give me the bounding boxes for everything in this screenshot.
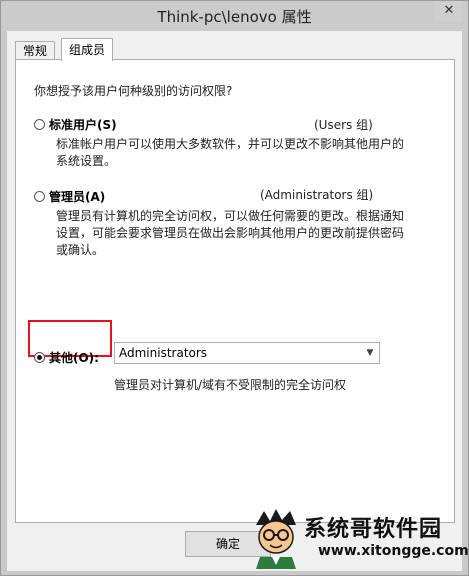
group-select-value: Administrators	[119, 346, 208, 360]
close-icon: ✕	[443, 3, 455, 18]
other-option[interactable]: 其他(O):	[34, 349, 99, 366]
properties-window: Think-pc\lenovo 属性 ✕ 常规 组成员 你想授予该用户何种级别的…	[0, 0, 469, 576]
chevron-down-icon[interactable]: ▼	[361, 348, 379, 358]
group-select[interactable]: Administrators ▼	[114, 342, 380, 364]
tab-general[interactable]: 常规	[15, 41, 56, 60]
standard-user-option[interactable]: 标准用户(S)	[34, 116, 117, 133]
group-membership-panel: 你想授予该用户何种级别的访问权限? 标准用户(S) (Users 组) 标准帐户…	[15, 59, 455, 523]
administrator-label: 管理员(A)	[49, 190, 106, 204]
watermark-url: www.xitongge.com	[318, 543, 469, 559]
site-watermark: 系统哥软件园 www.xitongge.com	[250, 505, 469, 571]
administrator-option[interactable]: 管理员(A)	[34, 188, 105, 205]
tab-group-membership[interactable]: 组成员	[61, 38, 114, 61]
standard-user-radio[interactable]	[34, 119, 45, 130]
watermark-text: 系统哥软件园	[304, 517, 443, 542]
close-button[interactable]: ✕	[435, 1, 463, 21]
users-group-tag: (Users 组)	[314, 118, 373, 132]
administrator-radio[interactable]	[34, 191, 45, 202]
other-label: 其他(O):	[49, 351, 99, 365]
title-bar[interactable]: Think-pc\lenovo 属性 ✕	[1, 1, 468, 31]
standard-user-label: 标准用户(S)	[49, 118, 117, 132]
mascot-logo-icon	[256, 509, 296, 569]
administrators-group-tag: (Administrators 组)	[260, 188, 374, 202]
administrator-description: 管理员有计算机的完全访问权，可以做任何需要的更改。根据通知设置，可能会要求管理员…	[56, 209, 405, 257]
other-radio[interactable]	[34, 352, 45, 363]
group-select-description: 管理员对计算机/域有不受限制的完全访问权	[114, 378, 347, 392]
dialog-client: 常规 组成员 你想授予该用户何种级别的访问权限? 标准用户(S) (Users …	[7, 31, 462, 571]
standard-user-description: 标准帐户用户可以使用大多数软件，并可以更改不影响其他用户的系统设置。	[56, 137, 405, 168]
access-level-question: 你想授予该用户何种级别的访问权限?	[34, 84, 233, 98]
window-title: Think-pc\lenovo 属性	[157, 8, 312, 26]
